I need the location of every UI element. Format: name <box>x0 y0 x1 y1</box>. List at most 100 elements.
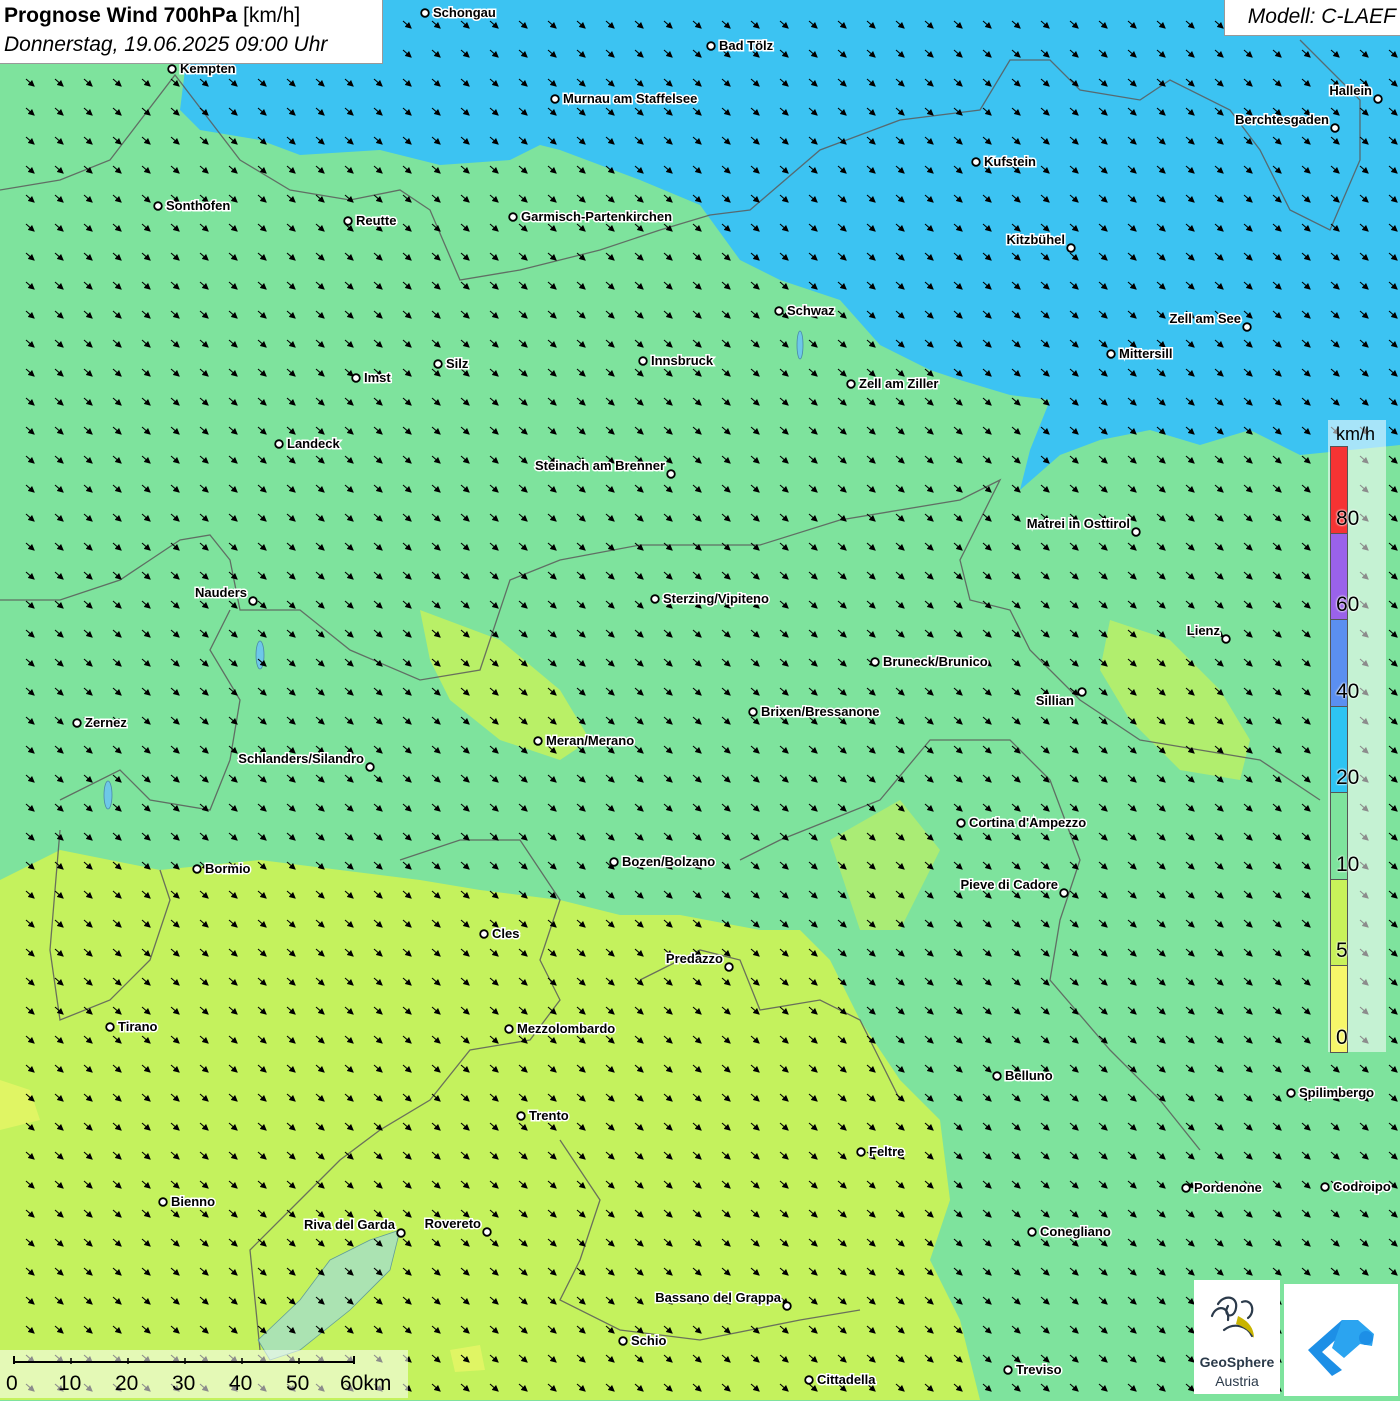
city-marker-icon <box>706 41 716 51</box>
city-marker-icon <box>192 864 202 874</box>
city-sonthofen: Sonthofen <box>153 197 232 215</box>
city-label: Bruneck/Brunico <box>883 654 988 669</box>
city-bozen: Bozen/Bolzano <box>609 853 717 871</box>
city-conegliano: Conegliano <box>1027 1223 1112 1241</box>
city-label: Mezzolombardo <box>517 1021 615 1036</box>
city-label: Kitzbühel <box>1007 232 1066 247</box>
city-marker-icon <box>365 762 375 772</box>
city-marker-icon <box>782 1301 792 1311</box>
scale-bar: 0 10 20 30 40 50 60km <box>0 1350 408 1398</box>
city-marker-icon <box>774 306 784 316</box>
wind-map[interactable]: SchongauBad TölzKemptenMurnau am Staffel… <box>0 0 1400 1400</box>
city-schongau: Schongau <box>420 4 497 22</box>
city-label: Matrei in Osttirol <box>1027 516 1130 531</box>
city-label: Kufstein <box>984 154 1036 169</box>
city-murnau: Murnau am Staffelsee <box>550 90 699 108</box>
city-label: Brixen/Bressanone <box>761 704 880 719</box>
city-label: Garmisch-Partenkirchen <box>521 209 672 224</box>
city-marker-icon <box>971 157 981 167</box>
scale-tick-label: 50 <box>286 1372 310 1395</box>
city-label: Berchtesgaden <box>1235 112 1329 127</box>
legend-label: 20 <box>1336 766 1360 789</box>
city-label: Pordenone <box>1194 1180 1262 1195</box>
map-title-main: Prognose Wind 700hPa <box>4 4 238 27</box>
city-label: Imst <box>364 370 391 385</box>
city-marker-icon <box>1106 349 1116 359</box>
city-marker-icon <box>433 359 443 369</box>
city-marker-icon <box>1221 634 1231 644</box>
city-label: Lienz <box>1187 623 1221 638</box>
geosphere-country: Austria <box>1215 1373 1259 1389</box>
city-label: Bormio <box>205 861 251 876</box>
geosphere-name: GeoSphere <box>1199 1354 1275 1370</box>
city-marker-icon <box>504 1024 514 1034</box>
scale-tick-label: 0 <box>6 1372 18 1395</box>
geosphere-logo: GeoSphere Austria <box>1194 1280 1280 1394</box>
city-label: Treviso <box>1016 1362 1062 1377</box>
city-innsbruck: Innsbruck <box>638 352 715 370</box>
city-label: Codroipo <box>1333 1179 1391 1194</box>
city-label: Sonthofen <box>166 198 230 213</box>
city-label: Bad Tölz <box>719 38 774 53</box>
city-label: Trento <box>529 1108 569 1123</box>
title-box: Prognose Wind 700hPa [km/h] Donnerstag, … <box>0 0 383 64</box>
city-marker-icon <box>516 1111 526 1121</box>
city-label: Bienno <box>171 1194 215 1209</box>
city-marker-icon <box>1131 527 1141 537</box>
city-label: Zernez <box>85 715 127 730</box>
city-meran: Meran/Merano <box>533 732 636 750</box>
city-label: Feltre <box>869 1144 904 1159</box>
city-label: Belluno <box>1005 1068 1053 1083</box>
city-marker-icon <box>1373 94 1383 104</box>
city-label: Riva del Garda <box>304 1217 396 1232</box>
city-label: Rovereto <box>425 1216 481 1231</box>
city-label: Innsbruck <box>651 353 714 368</box>
city-marker-icon <box>1320 1182 1330 1192</box>
city-marker-icon <box>1027 1227 1037 1237</box>
city-marker-icon <box>420 8 430 18</box>
legend-label: 60 <box>1336 593 1360 616</box>
city-marker-icon <box>1003 1365 1013 1375</box>
city-label: Spilimbergo <box>1299 1085 1374 1100</box>
city-garmisch: Garmisch-Partenkirchen <box>508 208 674 226</box>
city-cortina: Cortina d'Ampezzo <box>956 814 1088 832</box>
city-marker-icon <box>870 657 880 667</box>
legend-label: 5 <box>1336 939 1348 962</box>
city-label: Cortina d'Ampezzo <box>969 815 1086 830</box>
city-zell-am-ziller: Zell am Ziller <box>846 375 940 393</box>
city-marker-icon <box>846 379 856 389</box>
city-marker-icon <box>274 439 284 449</box>
map-title-unit: [km/h] <box>243 4 301 27</box>
model-box: Modell: C-LAEF <box>1224 0 1400 36</box>
city-marker-icon <box>638 356 648 366</box>
scale-tick-label: 10 <box>58 1372 82 1395</box>
city-marker-icon <box>666 469 676 479</box>
forecast-datetime: Donnerstag, 19.06.2025 09:00 Uhr <box>4 33 328 56</box>
city-label: Cittadella <box>817 1372 876 1387</box>
app-logo <box>1284 1284 1398 1396</box>
city-label: Predazzo <box>666 951 723 966</box>
city-label: Bozen/Bolzano <box>622 854 715 869</box>
city-marker-icon <box>618 1336 628 1346</box>
city-marker-icon <box>1181 1183 1191 1193</box>
city-marker-icon <box>856 1147 866 1157</box>
city-label: Zell am See <box>1169 311 1241 326</box>
city-marker-icon <box>992 1071 1002 1081</box>
legend-label: 10 <box>1336 852 1360 876</box>
city-marker-icon <box>158 1197 168 1207</box>
geosphere-swirl-icon <box>1210 1296 1254 1338</box>
city-marker-icon <box>650 594 660 604</box>
city-marker-icon <box>72 718 82 728</box>
city-label: Schwaz <box>787 303 835 318</box>
city-label: Schongau <box>433 5 496 20</box>
city-label: Landeck <box>287 436 341 451</box>
city-spilimbergo: Spilimbergo <box>1286 1084 1376 1102</box>
city-marker-icon <box>609 857 619 867</box>
city-marker-icon <box>167 64 177 74</box>
city-label: Silz <box>446 356 469 371</box>
app-logo-icon <box>1308 1320 1374 1376</box>
city-label: Mittersill <box>1119 346 1172 361</box>
map-title: Prognose Wind 700hPa [km/h] <box>4 4 300 28</box>
city-label: Nauders <box>195 585 247 600</box>
city-label: Reutte <box>356 213 396 228</box>
